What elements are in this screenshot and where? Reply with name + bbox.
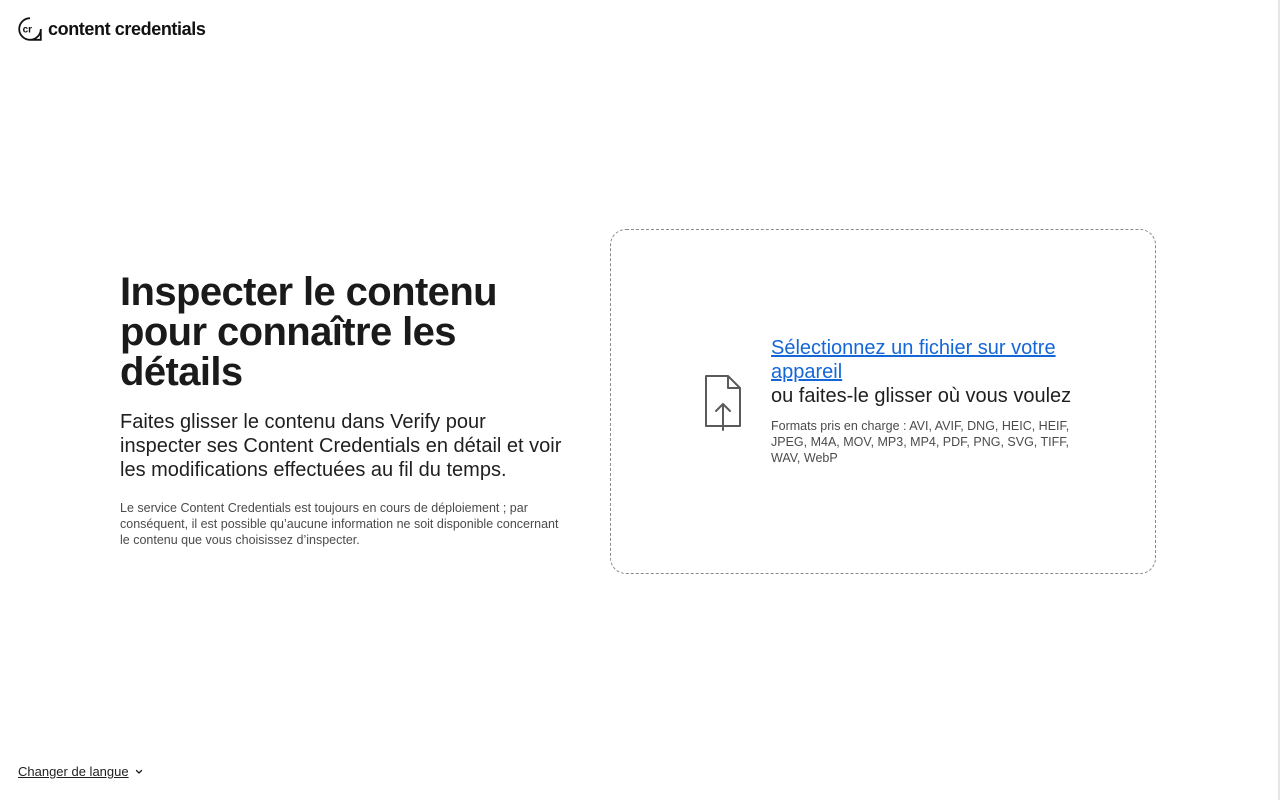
page: cr content credentials Inspecter le cont… <box>0 0 1280 800</box>
logo-mark-text: cr <box>23 25 33 36</box>
availability-note: Le service Content Credentials est toujo… <box>120 501 559 547</box>
page-title: Inspecter le contenu pour connaître les … <box>120 270 498 394</box>
select-file-link[interactable]: Sélectionnez un fichier sur votre appare… <box>771 336 1091 384</box>
cr-logo-icon: cr <box>18 17 42 41</box>
file-upload-icon <box>705 375 741 431</box>
logo-text: content credentials <box>48 18 206 39</box>
change-language-label: Changer de langue <box>18 764 129 779</box>
file-dropzone[interactable]: Sélectionnez un fichier sur votre appare… <box>610 229 1156 574</box>
chevron-down-icon <box>135 769 142 774</box>
supported-formats: Formats pris en charge : AVI, AVIF, DNG,… <box>771 419 1070 465</box>
content-credentials-logo[interactable]: cr content credentials <box>18 17 206 41</box>
drag-instruction: ou faites-le glisser où vous voulez <box>771 385 1072 407</box>
change-language-button[interactable]: Changer de langue <box>18 764 143 779</box>
dropzone-text: Sélectionnez un fichier sur votre appare… <box>771 336 1091 466</box>
intro-section: Inspecter le contenu pour connaître les … <box>120 272 570 548</box>
intro-description: Faites glisser le contenu dans Verify po… <box>120 411 562 481</box>
